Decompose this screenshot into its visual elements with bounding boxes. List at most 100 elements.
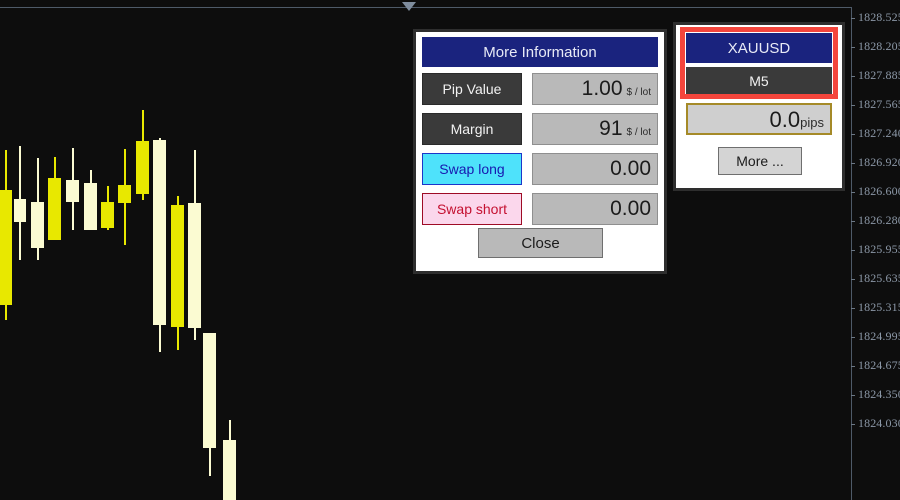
candlestick-body	[14, 199, 26, 222]
row-value-unit: $ / lot	[626, 87, 651, 98]
price-axis-tick: 1828.205	[851, 39, 900, 53]
tick-mark	[851, 47, 855, 48]
symbol-name[interactable]: XAUUSD	[686, 33, 832, 63]
info-row: Pip Value 1.00 $ / lot	[422, 73, 658, 105]
tick-label: 1826.600	[858, 184, 900, 198]
price-axis-tick: 1824.350	[851, 387, 900, 401]
candlestick	[84, 0, 97, 500]
tick-mark	[851, 366, 855, 367]
timeframe-selector[interactable]: M5	[686, 67, 832, 95]
tick-label: 1825.315	[858, 300, 900, 314]
tick-label: 1825.635	[858, 271, 900, 285]
row-label-margin[interactable]: Margin	[422, 113, 522, 145]
candlestick-body	[171, 205, 184, 327]
info-row: Swap long 0.00	[422, 153, 658, 185]
candlestick	[48, 0, 61, 500]
candlestick	[31, 0, 44, 500]
price-axis-tick: 1827.565	[851, 97, 900, 111]
candlestick-body	[118, 185, 131, 203]
price-axis-tick: 1825.955	[851, 242, 900, 256]
tick-label: 1827.240	[858, 126, 900, 140]
price-axis-tick: 1826.920	[851, 155, 900, 169]
chart-position-marker-icon	[402, 2, 416, 11]
candlestick	[203, 0, 216, 500]
price-axis-tick: 1827.885	[851, 68, 900, 82]
candlestick-body	[66, 180, 79, 202]
candlestick-body	[188, 203, 201, 328]
price-axis-tick: 1824.995	[851, 329, 900, 343]
tick-mark	[851, 279, 855, 280]
tick-mark	[851, 134, 855, 135]
row-value-number: 1.00	[581, 77, 623, 100]
row-label-swap-short[interactable]: Swap short	[422, 193, 522, 225]
tick-label: 1826.920	[858, 155, 900, 169]
spread-unit: pips	[800, 115, 824, 130]
candlestick-body	[153, 140, 166, 325]
candlestick-body	[84, 183, 97, 230]
candlestick	[66, 0, 79, 500]
row-value-field: 91 $ / lot	[532, 113, 658, 145]
tick-mark	[851, 163, 855, 164]
row-value-number: 91	[599, 117, 623, 140]
price-axis[interactable]: 1828.525 1828.205 1827.885 1827.565 1827.240…	[851, 0, 900, 500]
candlestick	[101, 0, 114, 500]
row-value-number: 0.00	[610, 197, 651, 220]
tick-label: 1828.525	[858, 10, 900, 24]
row-label-swap-long[interactable]: Swap long	[422, 153, 522, 185]
symbol-panel: XAUUSD M5 0.0 pips More ...	[673, 22, 845, 191]
tick-label: 1827.565	[858, 97, 900, 111]
price-axis-tick: 1825.315	[851, 300, 900, 314]
tick-mark	[851, 18, 855, 19]
price-axis-tick: 1826.600	[851, 184, 900, 198]
candlestick	[188, 0, 201, 500]
more-button[interactable]: More ...	[718, 147, 802, 175]
tick-mark	[851, 250, 855, 251]
tick-mark	[851, 395, 855, 396]
candlestick-body	[223, 440, 236, 500]
price-axis-line	[851, 7, 852, 500]
tick-label: 1824.030	[858, 416, 900, 430]
candlestick-body	[136, 141, 149, 194]
tick-mark	[851, 105, 855, 106]
info-row: Margin 91 $ / lot	[422, 113, 658, 145]
tick-label: 1824.350	[858, 387, 900, 401]
candlestick	[136, 0, 149, 500]
candlestick-body	[48, 178, 61, 240]
price-axis-tick: 1824.030	[851, 416, 900, 430]
tick-mark	[851, 424, 855, 425]
row-value-unit: $ / lot	[626, 127, 651, 138]
tick-label: 1826.280	[858, 213, 900, 227]
candlestick-body	[101, 202, 114, 228]
trading-terminal: 1828.525 1828.205 1827.885 1827.565 1827.240…	[0, 0, 900, 500]
price-axis-tick: 1828.525	[851, 10, 900, 24]
tick-mark	[851, 221, 855, 222]
tick-mark	[851, 192, 855, 193]
price-axis-tick: 1825.635	[851, 271, 900, 285]
price-axis-tick: 1824.675	[851, 358, 900, 372]
candlestick	[153, 0, 166, 500]
row-value-field: 1.00 $ / lot	[532, 73, 658, 105]
candlestick-body	[0, 190, 12, 305]
info-row: Swap short 0.00	[422, 193, 658, 225]
tick-label: 1827.885	[858, 68, 900, 82]
row-value-number: 0.00	[610, 157, 651, 180]
spread-number: 0.0	[769, 107, 801, 132]
tick-label: 1825.955	[858, 242, 900, 256]
spread-value-field: 0.0 pips	[686, 103, 832, 135]
tick-label: 1824.675	[858, 358, 900, 372]
candlestick	[171, 0, 184, 500]
candlestick	[0, 0, 12, 500]
row-value-field: 0.00	[532, 193, 658, 225]
price-axis-tick: 1826.280	[851, 213, 900, 227]
candlestick	[14, 0, 26, 500]
tick-mark	[851, 308, 855, 309]
tick-label: 1828.205	[858, 39, 900, 53]
tick-mark	[851, 76, 855, 77]
candlestick	[118, 0, 131, 500]
more-information-dialog: More Information Pip Value 1.00 $ / lot Mar…	[413, 29, 667, 274]
close-button[interactable]: Close	[478, 228, 603, 258]
candlestick-body	[203, 333, 216, 448]
tick-mark	[851, 337, 855, 338]
price-axis-tick: 1827.240	[851, 126, 900, 140]
row-label-pip-value[interactable]: Pip Value	[422, 73, 522, 105]
